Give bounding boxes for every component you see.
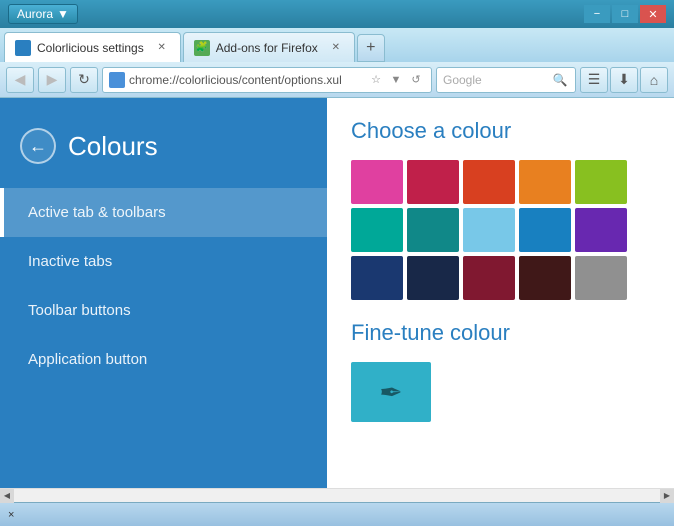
- status-text: ×: [8, 509, 14, 521]
- window-controls: − □ ✕: [584, 5, 666, 23]
- fine-tune-icon: ✒: [379, 376, 402, 409]
- colour-swatch-darkred[interactable]: [407, 160, 459, 204]
- menu-item-active-tab-label: Active tab & toolbars: [28, 204, 166, 221]
- sidebar-header: ← Colours: [0, 118, 327, 188]
- dropdown-icon[interactable]: ▼: [387, 71, 405, 89]
- fine-tune-preview[interactable]: ✒: [351, 362, 431, 422]
- choose-colour-title: Choose a colour: [351, 118, 650, 144]
- minimize-button[interactable]: −: [584, 5, 610, 23]
- menu-item-inactive-tabs[interactable]: Inactive tabs: [0, 237, 327, 286]
- refresh-icon[interactable]: ↺: [407, 71, 425, 89]
- scroll-right-button[interactable]: ▶: [660, 489, 674, 503]
- fine-tune-title: Fine-tune colour: [351, 320, 650, 346]
- menu-item-active-tab[interactable]: Active tab & toolbars: [0, 188, 327, 237]
- sidebar: ← Colours Active tab & toolbars Inactive…: [0, 98, 327, 488]
- back-icon: ←: [29, 136, 47, 157]
- colour-swatch-teal[interactable]: [407, 208, 459, 252]
- colour-swatch-dark-navy[interactable]: [407, 256, 459, 300]
- reload-button[interactable]: ↻: [70, 67, 98, 93]
- tab-bar: Colorlicious settings ✕ 🧩 Add-ons for Fi…: [0, 28, 674, 62]
- tab-colorlicious-close[interactable]: ✕: [154, 40, 170, 56]
- content-panel: Choose a colour Fine-tune colour ✒: [327, 98, 674, 488]
- maximize-button[interactable]: □: [612, 5, 638, 23]
- colour-grid: [351, 160, 650, 300]
- search-placeholder: Google: [443, 73, 547, 87]
- nav-extra-btn-1[interactable]: ☰: [580, 67, 608, 93]
- new-tab-button[interactable]: +: [357, 34, 385, 62]
- colour-swatch-wine[interactable]: [463, 256, 515, 300]
- nav-extras: ☰ ⬇ ⌂: [580, 67, 668, 93]
- menu-item-toolbar-buttons[interactable]: Toolbar buttons: [0, 286, 327, 335]
- close-button[interactable]: ✕: [640, 5, 666, 23]
- tab-addons[interactable]: 🧩 Add-ons for Firefox ✕: [183, 32, 355, 62]
- colour-swatch-blue[interactable]: [519, 208, 571, 252]
- nav-extra-btn-2[interactable]: ⬇: [610, 67, 638, 93]
- colour-swatch-pink[interactable]: [351, 160, 403, 204]
- colour-swatch-dark-brown[interactable]: [519, 256, 571, 300]
- scroll-left-button[interactable]: ◀: [0, 489, 14, 503]
- address-bar[interactable]: chrome://colorlicious/content/options.xu…: [102, 67, 432, 93]
- nav-bar: ◀ ▶ ↻ chrome://colorlicious/content/opti…: [0, 62, 674, 98]
- address-actions: ☆ ▼ ↺: [367, 71, 425, 89]
- tab-colorlicious-icon: [15, 40, 31, 56]
- colour-swatch-sky[interactable]: [463, 208, 515, 252]
- search-box[interactable]: Google 🔍: [436, 67, 576, 93]
- address-site-icon: [109, 72, 125, 88]
- aurora-label: Aurora: [17, 7, 53, 21]
- tab-addons-close[interactable]: ✕: [328, 40, 344, 56]
- colour-swatch-purple[interactable]: [575, 208, 627, 252]
- colour-swatch-teal-light[interactable]: [351, 208, 403, 252]
- title-bar-left: Aurora ▼: [8, 4, 78, 24]
- back-button[interactable]: ◀: [6, 67, 34, 93]
- sidebar-title: Colours: [68, 131, 158, 162]
- status-bar: ×: [0, 502, 674, 526]
- sidebar-back-button[interactable]: ←: [20, 128, 56, 164]
- menu-item-inactive-tabs-label: Inactive tabs: [28, 253, 112, 270]
- bottom-area: ◀ ▶ ×: [0, 488, 674, 526]
- aurora-button[interactable]: Aurora ▼: [8, 4, 78, 24]
- title-bar: Aurora ▼ − □ ✕: [0, 0, 674, 28]
- colour-swatch-navy[interactable]: [351, 256, 403, 300]
- bookmark-star-icon[interactable]: ☆: [367, 71, 385, 89]
- menu-item-toolbar-buttons-label: Toolbar buttons: [28, 302, 131, 319]
- main-content: ← Colours Active tab & toolbars Inactive…: [0, 98, 674, 488]
- horizontal-scrollbar[interactable]: ◀ ▶: [0, 488, 674, 502]
- tab-colorlicious[interactable]: Colorlicious settings ✕: [4, 32, 181, 62]
- colour-swatch-gray[interactable]: [575, 256, 627, 300]
- forward-button[interactable]: ▶: [38, 67, 66, 93]
- aurora-dropdown-icon: ▼: [57, 7, 69, 21]
- colour-swatch-lime[interactable]: [575, 160, 627, 204]
- menu-item-application-button[interactable]: Application button: [0, 335, 327, 384]
- colour-swatch-orange[interactable]: [519, 160, 571, 204]
- colour-swatch-orange-red[interactable]: [463, 160, 515, 204]
- scroll-track[interactable]: [14, 489, 660, 502]
- address-url: chrome://colorlicious/content/options.xu…: [129, 73, 363, 87]
- tab-colorlicious-label: Colorlicious settings: [37, 41, 144, 55]
- menu-item-application-button-label: Application button: [28, 351, 147, 368]
- tab-addons-label: Add-ons for Firefox: [216, 41, 318, 55]
- nav-extra-btn-3[interactable]: ⌂: [640, 67, 668, 93]
- search-icon[interactable]: 🔍: [551, 71, 569, 89]
- tab-addons-icon: 🧩: [194, 40, 210, 56]
